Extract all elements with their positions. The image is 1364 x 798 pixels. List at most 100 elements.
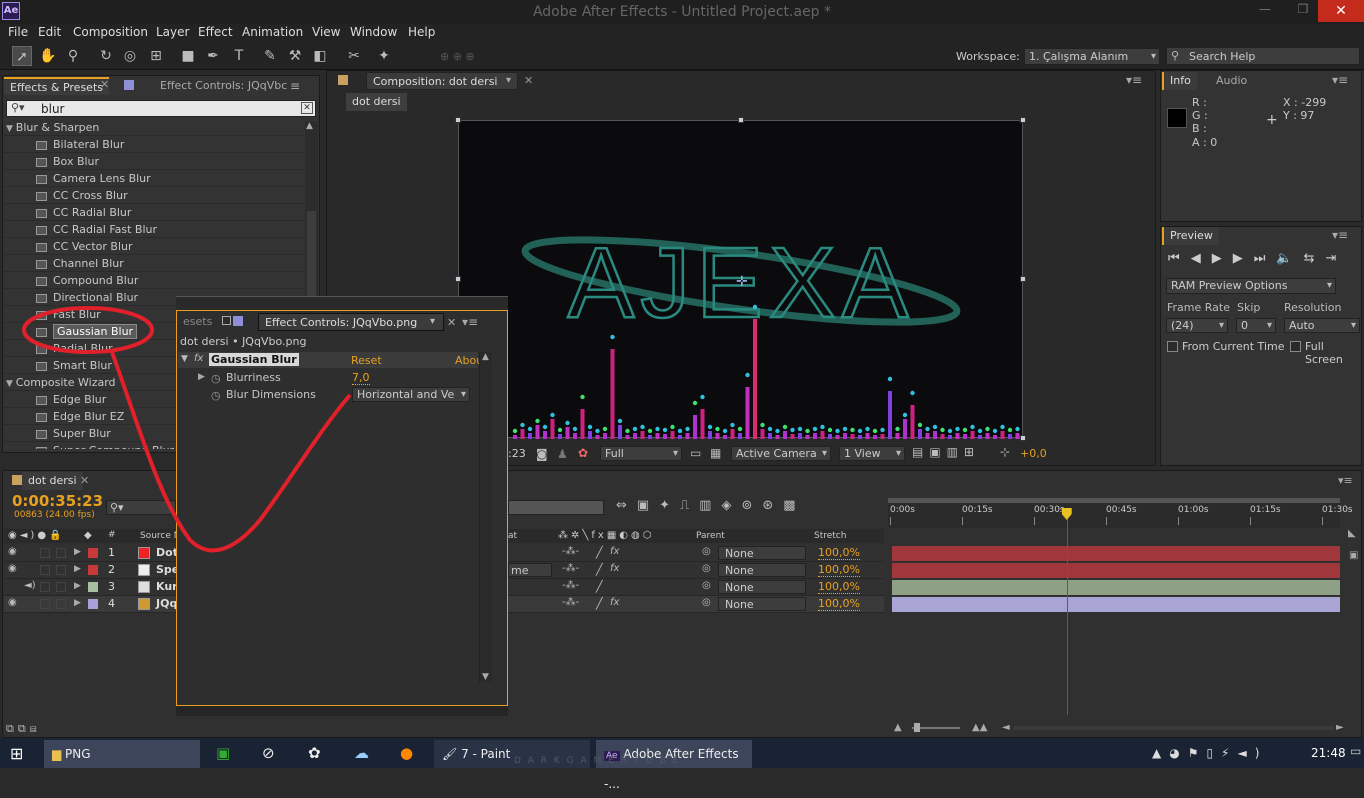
lock-box[interactable] <box>56 599 66 609</box>
minimize-icon[interactable]: — <box>1254 2 1276 18</box>
pen-tool-icon[interactable]: ✒ <box>203 46 223 66</box>
hand-tool-icon[interactable]: ✋ <box>38 46 58 66</box>
chevron-down-icon[interactable]: ▾ <box>430 316 435 327</box>
excel-icon[interactable]: ▣ <box>216 744 230 762</box>
menu-edit[interactable]: Edit <box>38 25 61 39</box>
playhead[interactable] <box>1066 510 1068 715</box>
clear-search-icon[interactable]: ✕ <box>301 102 313 114</box>
solo-box[interactable] <box>40 565 50 575</box>
chevron-down-icon[interactable]: ▾ <box>506 75 511 86</box>
restore-icon[interactable]: ❐ <box>1292 2 1314 18</box>
lock-box[interactable] <box>56 565 66 575</box>
full-screen-checkbox[interactable] <box>1290 341 1301 352</box>
visibility-icon[interactable]: ◉ <box>8 546 17 557</box>
timeline-switch-icons[interactable]: ⇔▣✦⎍▥◈⊚⊛▩ <box>616 498 806 513</box>
puppet-pin-tool-icon[interactable]: ✦ <box>374 46 394 66</box>
timeline-search-input[interactable]: ⚲▾ <box>106 500 176 515</box>
tab-audio[interactable]: Audio <box>1210 72 1253 90</box>
blur-dimensions-dropdown[interactable]: Horizontal and Ve <box>352 387 470 402</box>
playback-controls[interactable]: ⏮◀▶▶⏭🔈⇆⇥ <box>1168 251 1347 266</box>
reset-link[interactable]: Reset <box>351 354 382 367</box>
layer-label-color[interactable] <box>88 599 98 609</box>
rectangle-tool-icon[interactable]: ■ <box>178 46 198 66</box>
exposure-value[interactable]: +0,0 <box>1020 447 1047 460</box>
menu-effect[interactable]: Effect <box>198 25 233 39</box>
view-option-icons[interactable]: ▤▣▥⊞ <box>912 445 980 459</box>
shy-switch-icon[interactable]: -⁂- <box>562 546 579 557</box>
expand-arrow-icon[interactable]: ▶ <box>74 581 81 591</box>
anchor-point-icon[interactable]: ✛ <box>736 274 748 290</box>
shy-switch-icon[interactable]: -⁂- <box>562 580 579 591</box>
effect-group[interactable]: ▼ Blur & Sharpen <box>4 119 304 136</box>
composition-canvas[interactable]: AJEXA ✛ <box>458 120 1023 439</box>
tab-composition[interactable]: Composition: dot dersi <box>366 72 518 90</box>
current-timecode[interactable]: 0:00:35:23 <box>12 492 103 510</box>
windows-start-icon[interactable]: ⊞ <box>10 744 23 763</box>
comp-timecode[interactable]: :23 <box>508 447 530 461</box>
effect-item[interactable]: Camera Lens Blur <box>4 170 304 187</box>
close-icon[interactable]: ✕ <box>447 316 456 329</box>
tab-preview[interactable]: Preview <box>1162 227 1219 245</box>
scroll-icon[interactable]: ▣ <box>1349 550 1358 561</box>
pickwhip-icon[interactable]: ◎ <box>702 580 711 591</box>
effect-item[interactable]: CC Radial Blur <box>4 204 304 221</box>
firefox-icon[interactable]: ● <box>400 744 413 762</box>
pickwhip-icon[interactable]: ◎ <box>702 546 711 557</box>
lock-box[interactable] <box>56 548 66 558</box>
tab-timeline[interactable]: dot dersi <box>22 472 83 490</box>
timeline-scroll-arrow[interactable]: ◣ <box>1348 528 1361 542</box>
effect-controls-scrollbar[interactable]: ▲ ▼ <box>479 352 492 682</box>
quality-switch-icon[interactable]: ╱ <box>596 546 603 559</box>
fx-switch[interactable]: fx <box>610 546 619 557</box>
parent-dropdown[interactable]: None <box>718 546 806 560</box>
prop-blurriness-value[interactable]: 7,0 <box>352 371 370 385</box>
region-of-interest-icon[interactable]: ▭ <box>690 446 701 460</box>
stretch-value[interactable]: 100,0% <box>818 546 860 560</box>
transform-handle[interactable] <box>455 117 461 123</box>
pickwhip-icon[interactable]: ◎ <box>702 563 711 574</box>
taskbar-item-png[interactable]: ▆ PNG <box>44 740 200 768</box>
quality-switch-icon[interactable]: ╱ <box>596 597 603 610</box>
rotate-tool-icon[interactable]: ↻ <box>96 46 116 66</box>
effect-item[interactable]: CC Cross Blur <box>4 187 304 204</box>
tab-info[interactable]: Info <box>1162 72 1197 90</box>
menu-view[interactable]: View <box>312 25 340 39</box>
fx-toggle[interactable]: fx <box>194 353 206 365</box>
layer-name[interactable]: Dot <box>156 546 178 559</box>
menu-window[interactable]: Window <box>350 25 397 39</box>
tab-effects-presets[interactable]: Effects & Presets <box>4 77 109 95</box>
roto-brush-tool-icon[interactable]: ✂ <box>344 46 364 66</box>
effect-item[interactable]: Channel Blur <box>4 255 304 272</box>
fx-switch[interactable]: fx <box>610 597 619 608</box>
pan-behind-tool-icon[interactable]: ⊞ <box>146 46 166 66</box>
ram-preview-dropdown[interactable]: RAM Preview Options <box>1166 278 1336 294</box>
close-icon[interactable]: ✕ <box>1318 0 1364 22</box>
stretch-value[interactable]: 100,0% <box>818 563 860 577</box>
parent-dropdown[interactable]: None <box>718 563 806 577</box>
effect-item[interactable]: Box Blur <box>4 153 304 170</box>
solo-box[interactable] <box>40 582 50 592</box>
expand-arrow-icon[interactable]: ▼ <box>6 379 16 389</box>
quality-switch-icon[interactable]: ╱ <box>596 580 603 593</box>
resolution-dropdown[interactable]: Full <box>600 446 682 461</box>
effects-search-input[interactable]: ⚲▾ blur ✕ <box>6 100 316 117</box>
menu-layer[interactable]: Layer <box>156 25 189 39</box>
layer-duration-bar[interactable] <box>892 563 1340 578</box>
menu-file[interactable]: File <box>8 25 28 39</box>
show-snapshot-icon[interactable]: ♟ <box>557 447 568 461</box>
type-tool-icon[interactable]: T <box>229 46 249 66</box>
channel-icon[interactable]: ✿ <box>578 446 588 460</box>
layer-duration-bar[interactable] <box>892 580 1340 595</box>
brush-tool-icon[interactable]: ✎ <box>260 46 280 66</box>
tab-comp-dot-dersi[interactable]: dot dersi <box>346 93 407 111</box>
expand-arrow-icon[interactable]: ▼ <box>6 124 16 134</box>
effect-item[interactable]: CC Vector Blur <box>4 238 304 255</box>
fx-switch[interactable]: fx <box>610 563 619 574</box>
snapshot-icon[interactable]: ◙ <box>536 447 548 461</box>
eraser-tool-icon[interactable]: ◧ <box>310 46 330 66</box>
panel-menu-icon[interactable]: ▾≡ <box>1338 474 1353 487</box>
app-icon[interactable]: Ae <box>2 2 20 20</box>
transform-handle[interactable] <box>1020 276 1026 282</box>
expand-arrow-icon[interactable]: ▶ <box>74 564 81 574</box>
tab-effect-controls-floating[interactable]: Effect Controls: JQqVbo.png <box>258 313 444 331</box>
